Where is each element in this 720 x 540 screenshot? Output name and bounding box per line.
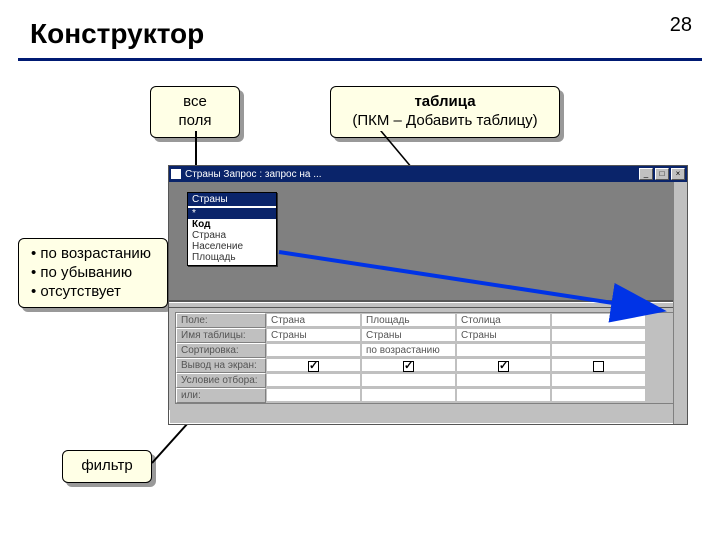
close-button[interactable]: × <box>671 168 685 180</box>
design-grid[interactable]: Поле: Страна Площадь Столица Имя таблицы… <box>175 312 681 404</box>
field-list[interactable]: * Код Страна Население Площадь <box>188 206 276 265</box>
callout-all-fields-line2: поля <box>163 112 227 131</box>
cell-or-2[interactable] <box>456 388 551 402</box>
row-label-criteria: Условие отбора: <box>176 373 266 388</box>
callout-table-hint-line1: таблица <box>343 93 547 112</box>
cell-or-1[interactable] <box>361 388 456 402</box>
callout-table-hint: таблица (ПКМ – Добавить таблицу) <box>330 86 560 138</box>
cell-or-3[interactable] <box>551 388 646 402</box>
window-title: Страны Запрос : запрос на ... <box>185 169 322 180</box>
sort-option-desc: по убыванию <box>31 264 155 283</box>
checkbox-show-0[interactable] <box>308 361 319 372</box>
cell-table-0[interactable]: Страны <box>266 328 361 342</box>
field-population[interactable]: Население <box>188 241 276 252</box>
sort-option-none: отсутствует <box>31 283 155 302</box>
cell-criteria-2[interactable] <box>456 373 551 387</box>
cell-sort-3[interactable] <box>551 343 646 357</box>
row-label-table: Имя таблицы: <box>176 328 266 343</box>
field-star[interactable]: * <box>188 208 276 219</box>
checkbox-show-2[interactable] <box>498 361 509 372</box>
title-rule <box>18 58 702 61</box>
field-code[interactable]: Код <box>188 219 276 230</box>
row-label-sort: Сортировка: <box>176 343 266 358</box>
cell-show-0[interactable] <box>266 358 361 372</box>
cell-field-2[interactable]: Столица <box>456 313 551 327</box>
page-number: 28 <box>670 14 692 37</box>
maximize-button[interactable]: □ <box>655 168 669 180</box>
document-icon <box>171 169 181 179</box>
cell-criteria-0[interactable] <box>266 373 361 387</box>
row-label-or: или: <box>176 388 266 403</box>
titlebar[interactable]: Страны Запрос : запрос на ... _ □ × <box>169 166 687 182</box>
row-label-field: Поле: <box>176 313 266 328</box>
checkbox-show-3[interactable] <box>593 361 604 372</box>
design-grid-pane: Поле: Страна Площадь Столица Имя таблицы… <box>169 308 687 410</box>
callout-filter-text: фильтр <box>81 457 132 474</box>
tables-pane[interactable]: Страны * Код Страна Население Площадь <box>169 182 687 302</box>
row-label-show: Вывод на экран: <box>176 358 266 373</box>
minimize-button[interactable]: _ <box>639 168 653 180</box>
cell-field-0[interactable]: Страна <box>266 313 361 327</box>
checkbox-show-1[interactable] <box>403 361 414 372</box>
field-country[interactable]: Страна <box>188 230 276 241</box>
cell-field-3[interactable] <box>551 313 646 327</box>
callout-all-fields-line1: все <box>163 93 227 112</box>
cell-criteria-1[interactable] <box>361 373 456 387</box>
callout-sort-options: по возрастанию по убыванию отсутствует <box>18 238 168 308</box>
source-table-title[interactable]: Страны <box>188 193 276 206</box>
page-title: Конструктор <box>30 18 204 50</box>
field-area[interactable]: Площадь <box>188 252 276 263</box>
cell-criteria-3[interactable] <box>551 373 646 387</box>
callout-all-fields: все поля <box>150 86 240 138</box>
cell-show-1[interactable] <box>361 358 456 372</box>
cell-or-0[interactable] <box>266 388 361 402</box>
cell-show-3[interactable] <box>551 358 646 372</box>
cell-table-1[interactable]: Страны <box>361 328 456 342</box>
callout-filter: фильтр <box>62 450 152 483</box>
vertical-scrollbar[interactable] <box>673 182 687 424</box>
query-designer-window: Страны Запрос : запрос на ... _ □ × Стра… <box>168 165 688 425</box>
callout-table-hint-line2: (ПКМ – Добавить таблицу) <box>343 112 547 131</box>
cell-field-1[interactable]: Площадь <box>361 313 456 327</box>
cell-show-2[interactable] <box>456 358 551 372</box>
cell-table-3[interactable] <box>551 328 646 342</box>
cell-table-2[interactable]: Страны <box>456 328 551 342</box>
cell-sort-2[interactable] <box>456 343 551 357</box>
sort-option-asc: по возрастанию <box>31 245 155 264</box>
cell-sort-0[interactable] <box>266 343 361 357</box>
cell-sort-1[interactable]: по возрастанию <box>361 343 456 357</box>
source-table[interactable]: Страны * Код Страна Население Площадь <box>187 192 277 266</box>
